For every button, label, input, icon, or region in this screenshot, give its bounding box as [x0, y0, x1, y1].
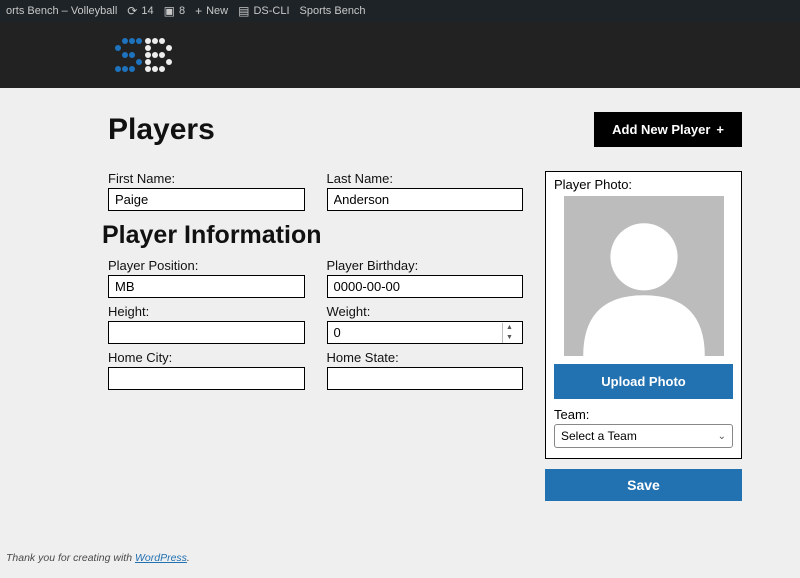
add-new-player-button[interactable]: Add New Player + [594, 112, 742, 147]
form-content: First Name: Last Name: Player Informatio… [108, 171, 772, 501]
weight-input[interactable]: 0 [334, 325, 341, 340]
team-label: Team: [554, 407, 733, 422]
chevron-up-icon[interactable]: ▲ [503, 323, 516, 333]
wp-admin-bar: orts Bench – Volleyball ⟳ 14 ▣ 8 + New ▤… [0, 0, 800, 22]
add-button-label: Add New Player [612, 122, 710, 137]
weight-input-wrap: 0 ▲ ▼ [327, 321, 524, 344]
photo-box: Player Photo: Upload Photo Team: Select … [545, 171, 742, 459]
chevron-down-icon[interactable]: ▼ [503, 333, 516, 343]
home-state-field: Home State: [327, 350, 524, 390]
plus-icon: + [716, 122, 724, 137]
footer-text: Thank you for creating with [6, 552, 135, 564]
new-label: New [206, 5, 228, 17]
home-city-label: Home City: [108, 350, 305, 365]
logo-b [145, 38, 172, 72]
page-title: Players [108, 113, 215, 147]
form-right: Player Photo: Upload Photo Team: Select … [545, 171, 742, 501]
first-name-input[interactable] [108, 188, 305, 211]
page-head: Players Add New Player + [108, 112, 772, 147]
first-name-field: First Name: [108, 171, 305, 211]
dscli-item[interactable]: ▤ DS-CLI [238, 4, 289, 18]
terminal-icon: ▤ [238, 4, 249, 18]
first-name-label: First Name: [108, 171, 305, 186]
position-field: Player Position: [108, 258, 305, 298]
wordpress-link[interactable]: WordPress [135, 552, 187, 564]
photo-placeholder [564, 196, 724, 356]
position-input[interactable] [108, 275, 305, 298]
home-state-label: Home State: [327, 350, 524, 365]
plus-icon: + [195, 4, 202, 18]
site-header [0, 22, 800, 88]
team-select[interactable]: Select a Team ⌄ [554, 424, 733, 448]
dscli-label: DS-CLI [253, 5, 289, 17]
birthday-input[interactable] [327, 275, 524, 298]
team-select-value: Select a Team [561, 429, 637, 443]
sports-bench-label: Sports Bench [300, 5, 366, 17]
height-label: Height: [108, 304, 305, 319]
home-city-input[interactable] [108, 367, 305, 390]
birthday-field: Player Birthday: [327, 258, 524, 298]
footer: Thank you for creating with WordPress. [6, 552, 190, 564]
form-left: First Name: Last Name: Player Informatio… [108, 171, 523, 501]
height-field: Height: [108, 304, 305, 344]
updates-item[interactable]: ⟳ 14 [127, 4, 153, 18]
new-item[interactable]: + New [195, 4, 228, 18]
updates-icon: ⟳ [127, 4, 137, 18]
footer-suffix: . [187, 552, 190, 564]
save-button[interactable]: Save [545, 469, 742, 501]
chevron-down-icon: ⌄ [718, 431, 726, 442]
site-label: orts Bench – Volleyball [6, 5, 117, 17]
avatar-icon [564, 196, 724, 356]
site-title-item[interactable]: orts Bench – Volleyball [6, 5, 117, 17]
section-title: Player Information [102, 221, 523, 250]
updates-count: 14 [141, 5, 153, 17]
logo[interactable] [115, 38, 172, 72]
sports-bench-item[interactable]: Sports Bench [300, 5, 366, 17]
last-name-label: Last Name: [327, 171, 524, 186]
logo-s [115, 38, 142, 72]
home-city-field: Home City: [108, 350, 305, 390]
birthday-label: Player Birthday: [327, 258, 524, 273]
comments-count: 8 [179, 5, 185, 17]
weight-field: Weight: 0 ▲ ▼ [327, 304, 524, 344]
height-input[interactable] [108, 321, 305, 344]
weight-label: Weight: [327, 304, 524, 319]
comment-icon: ▣ [164, 4, 175, 18]
comments-item[interactable]: ▣ 8 [164, 4, 185, 18]
weight-stepper[interactable]: ▲ ▼ [502, 323, 516, 343]
position-label: Player Position: [108, 258, 305, 273]
page-content: Players Add New Player + First Name: Las… [0, 88, 800, 501]
upload-photo-button[interactable]: Upload Photo [554, 364, 733, 399]
home-state-input[interactable] [327, 367, 524, 390]
photo-label: Player Photo: [554, 177, 733, 192]
last-name-field: Last Name: [327, 171, 524, 211]
last-name-input[interactable] [327, 188, 524, 211]
